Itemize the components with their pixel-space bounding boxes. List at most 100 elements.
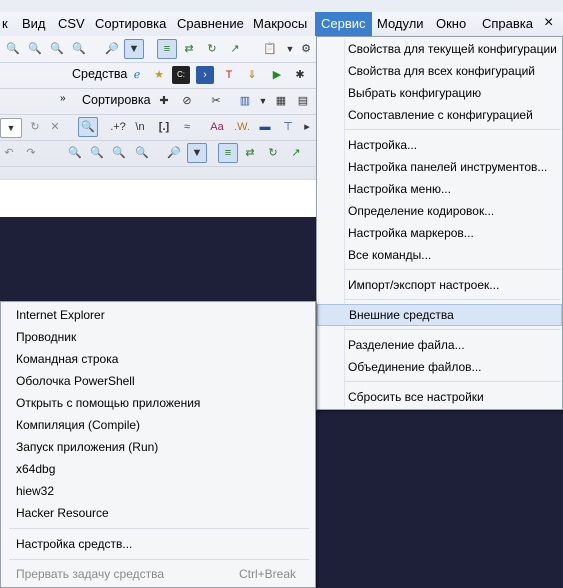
regex-toggle[interactable]: .+? [106,118,130,136]
powershell-icon[interactable]: › [196,66,214,84]
menu-compare[interactable]: Сравнение [171,12,250,36]
list-icon[interactable]: ≡ [157,39,177,59]
menu-item-marker-settings[interactable]: Настройка маркеров... [317,222,562,244]
debug-icon[interactable]: ✱ [291,66,309,84]
menu-item-current-config-props[interactable]: Свойства для текущей конфигурации [317,38,562,60]
abort-tool-label: Прервать задачу средства [16,567,165,581]
find-prev-icon[interactable]: 🔍 [48,40,66,58]
newline-toggle[interactable]: \n [131,118,149,136]
table-icon[interactable]: ▤ [294,92,312,110]
menu-item-config-mapping[interactable]: Сопоставление с конфигурацией [317,104,562,126]
search-mode-icon[interactable]: 🔍 [78,117,98,137]
undo-icon[interactable]: ↶ [0,144,18,162]
menu-separator [9,528,309,529]
menu-item-menu-settings[interactable]: Настройка меню... [317,178,562,200]
menu-item-encoding-detection[interactable]: Определение кодировок... [317,200,562,222]
menu-item-compile[interactable]: Компиляция (Compile) [1,414,315,436]
find-in-files2-icon[interactable]: 🔎 [165,144,183,162]
menu-csv[interactable]: CSV [52,12,91,36]
export2-icon[interactable]: ↗ [287,144,305,162]
whole-word-toggle[interactable]: .W. [232,118,252,136]
close-icon[interactable]: × [538,12,559,36]
menu-item-all-config-props[interactable]: Свойства для всех конфигураций [317,60,562,82]
find-in-files-icon[interactable]: 🔎 [103,40,121,58]
refresh-icon[interactable]: ↻ [203,40,221,58]
menu-item-internet-explorer[interactable]: Internet Explorer [1,304,315,326]
repeat-icon[interactable]: ↻ [26,118,44,136]
menu-window[interactable]: Окно [430,12,472,36]
menu-item-settings[interactable]: Настройка... [317,134,562,156]
menu-separator [345,129,561,130]
grid-icon[interactable]: ▦ [272,92,290,110]
menu-bar: к Вид CSV Сортировка Сравнение Макросы С… [0,12,563,37]
menu-item-reset-settings[interactable]: Сбросить все настройки [317,386,562,408]
menu-item-all-commands[interactable]: Все команды... [317,244,562,266]
filter-clear-icon[interactable]: ⊤ [279,118,297,136]
explorer-icon[interactable]: ★ [150,66,168,84]
menu-item-explorer[interactable]: Проводник [1,326,315,348]
filter2-icon[interactable]: ▼ [187,143,207,163]
find-prev2-icon[interactable]: 🔍 [110,144,128,162]
clipboard-icon[interactable]: 📋 [261,40,279,58]
menu-item-command-prompt[interactable]: Командная строка [1,348,315,370]
menu-separator [345,299,561,300]
find-next2-icon[interactable]: 🔍 [88,144,106,162]
minus-icon[interactable]: ▬ [256,118,274,136]
refresh2-icon[interactable]: ↻ [264,144,282,162]
compile-icon[interactable]: T [220,66,238,84]
menu-item-merge-files[interactable]: Объединение файлов... [317,356,562,378]
menu-item-open-with[interactable]: Открыть с помощью приложения [1,392,315,414]
plugin-icon[interactable]: ⚙ [297,40,315,58]
menu-help[interactable]: Справка [476,12,539,36]
menu-service[interactable]: Сервис [315,12,372,36]
more-icon[interactable]: ▸ [298,118,316,136]
menu-item-hiew32[interactable]: hiew32 [1,480,315,502]
brackets-toggle[interactable]: [.] [154,118,174,136]
abort-tool-shortcut: Ctrl+Break [239,567,297,581]
ie-icon[interactable]: ℯ [128,66,146,84]
overflow-chevron-icon[interactable]: » [60,93,66,104]
columns-dropdown-icon[interactable]: ▼ [254,92,272,110]
menu-item-hacker-resource[interactable]: Hacker Resource [1,502,315,524]
menu-view[interactable]: Вид [16,12,52,36]
menu-item-import-export[interactable]: Импорт/экспорт настроек... [317,274,562,296]
menu-macros[interactable]: Макросы [247,12,313,36]
replace2-icon[interactable]: 🔍 [133,144,151,162]
clear-icon[interactable]: ✕ [46,118,64,136]
menu-item-tools-settings[interactable]: Настройка средств... [1,533,315,555]
redo-icon[interactable]: ↷ [22,144,40,162]
menu-item-split-file[interactable]: Разделение файла... [317,334,562,356]
menu-separator [345,329,561,330]
sync-icon[interactable]: ⇄ [180,40,198,58]
menu-modules[interactable]: Модули [371,12,430,36]
tools-icon[interactable]: ✂ [207,92,225,110]
find-icon[interactable]: 🔍 [4,40,22,58]
menu-sort[interactable]: Сортировка [89,12,172,36]
sync2-icon[interactable]: ⇄ [241,144,259,162]
menu-item-choose-config[interactable]: Выбрать конфигурацию [317,82,562,104]
sort-icon[interactable]: ⊘ [178,92,196,110]
cmd-icon[interactable]: C: [172,66,190,84]
columns-icon[interactable]: ▥ [236,92,254,110]
match-case-toggle[interactable]: Aa [208,118,226,136]
menu-item-powershell[interactable]: Оболочка PowerShell [1,370,315,392]
find2-icon[interactable]: 🔍 [66,144,84,162]
menu-item-external-tools[interactable]: Внешние средства [317,304,562,326]
add-icon[interactable]: ✚ [155,92,173,110]
menu-item-toolbar-settings[interactable]: Настройка панелей инструментов... [317,156,562,178]
list2-icon[interactable]: ≡ [218,143,238,163]
menu-separator [345,381,561,382]
run-icon[interactable]: ▶ [268,66,286,84]
replace-icon[interactable]: 🔍 [70,40,88,58]
filter-icon[interactable]: ▼ [124,39,144,59]
export-icon[interactable]: ↗ [226,40,244,58]
fuzzy-icon[interactable]: ≈ [178,118,196,136]
search-dropdown-icon[interactable]: ▼ [0,118,22,138]
sort-toolbar-label: Сортировка [82,93,151,107]
menu-file[interactable]: к [0,12,14,36]
download-icon[interactable]: ⇓ [243,66,261,84]
menu-item-abort-tool: Прервать задачу средства Ctrl+Break [1,563,315,585]
menu-item-run[interactable]: Запуск приложения (Run) [1,436,315,458]
find-next-icon[interactable]: 🔍 [26,40,44,58]
menu-item-x64dbg[interactable]: x64dbg [1,458,315,480]
